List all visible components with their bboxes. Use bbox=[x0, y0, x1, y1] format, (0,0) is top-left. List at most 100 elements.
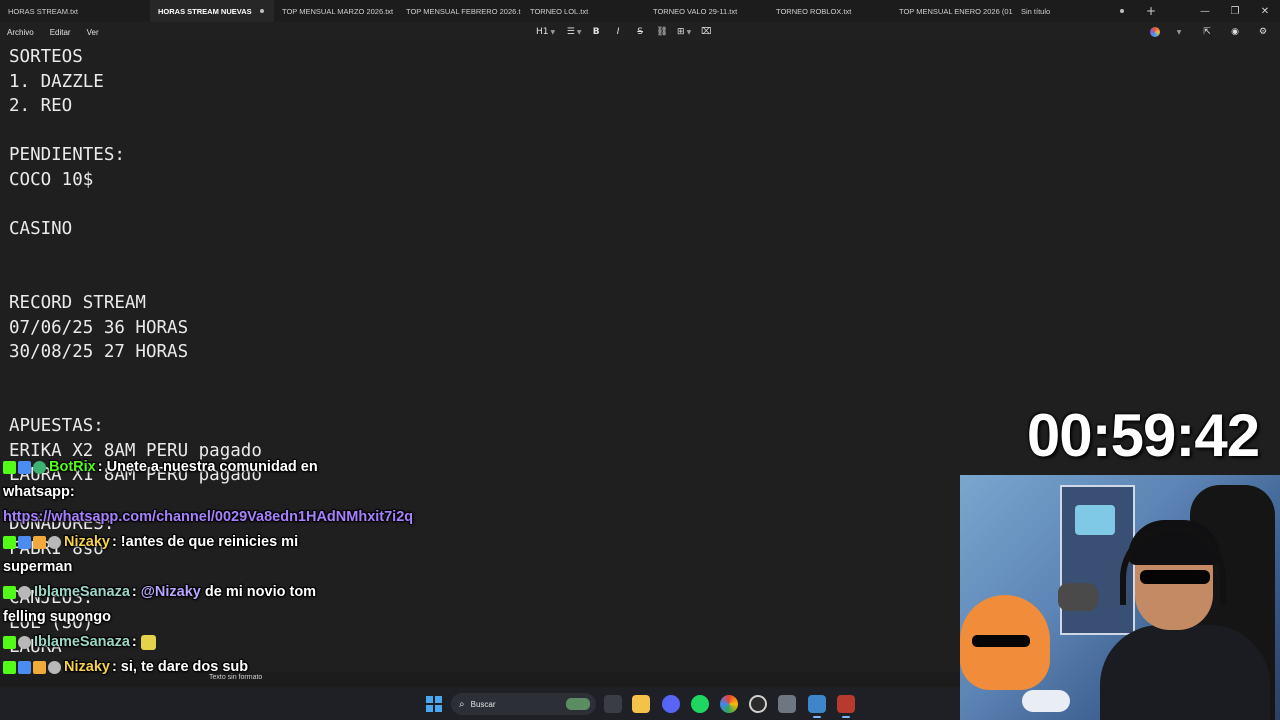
chat-username: BotRix bbox=[49, 459, 96, 475]
plush-sunglasses bbox=[972, 635, 1030, 647]
account-icon[interactable]: ◉ bbox=[1226, 27, 1244, 37]
kick-badge-icon bbox=[3, 535, 16, 549]
tab-label: TOP MENSUAL FEBRERO 2026.t bbox=[406, 6, 521, 16]
search-highlight-icon bbox=[566, 698, 590, 710]
tab-label: TORNEO VALO 29-11.txt bbox=[653, 6, 738, 16]
right-toolbar: ▼ ⇱ ◉ ⚙ bbox=[1150, 22, 1272, 42]
link-icon[interactable]: ⛓ bbox=[653, 27, 671, 37]
tab-top-febrero[interactable]: TOP MENSUAL FEBRERO 2026.t bbox=[398, 0, 522, 22]
tab-label: TOP MENSUAL MARZO 2026.txt bbox=[282, 6, 394, 16]
tab-horas-stream[interactable]: HORAS STREAM.txt bbox=[0, 0, 150, 22]
chat-text-prefix: : bbox=[131, 584, 141, 600]
editor-line: 30/08/25 27 HORAS bbox=[9, 342, 189, 363]
menu-archivo[interactable]: Archivo bbox=[0, 28, 42, 37]
editor-line: APUESTAS: bbox=[9, 415, 104, 436]
wolf-badge-icon bbox=[18, 585, 31, 599]
tab-top-marzo[interactable]: TOP MENSUAL MARZO 2026.txt bbox=[274, 0, 398, 22]
maximize-icon[interactable]: ❐ bbox=[1220, 6, 1250, 17]
menu-editar[interactable]: Editar bbox=[42, 28, 79, 37]
calculator-icon[interactable] bbox=[778, 695, 796, 713]
user-badges bbox=[3, 660, 61, 674]
windows-start-icon[interactable] bbox=[426, 696, 442, 712]
chevron-down-icon: ▼ bbox=[576, 29, 582, 36]
strikethrough-button[interactable]: S bbox=[631, 27, 649, 37]
discord-icon[interactable] bbox=[662, 695, 680, 713]
unsaved-dot-icon bbox=[259, 9, 264, 13]
kick-badge-icon bbox=[3, 635, 16, 649]
user-badges bbox=[3, 585, 31, 599]
kick-badge-icon bbox=[3, 460, 16, 474]
mouse-device bbox=[1022, 690, 1070, 712]
user-badges bbox=[3, 635, 31, 649]
taskbar-search[interactable]: ⌕ Buscar bbox=[451, 693, 596, 715]
chat-message: BotRix: Unete a nuestra comunidad en wha… bbox=[0, 455, 413, 530]
tab-bar: HORAS STREAM.txt HORAS STREAM NUEVAS TOP… bbox=[0, 0, 1280, 22]
new-tab-button[interactable]: + bbox=[1146, 4, 1156, 18]
chat-text: : si, te dare dos sub bbox=[111, 659, 249, 675]
editor-line: RECORD STREAM bbox=[9, 292, 146, 313]
table-icon[interactable]: ⊞ ▼ bbox=[675, 27, 693, 37]
gift-badge-icon bbox=[33, 660, 46, 674]
chevron-down-icon: ▼ bbox=[686, 29, 692, 36]
notepad-icon[interactable] bbox=[808, 695, 826, 718]
wolf-badge-icon bbox=[48, 660, 61, 674]
editor-line: CASINO bbox=[9, 219, 73, 240]
stream-timer: 00:59:42 bbox=[1026, 401, 1260, 469]
format-toolbar: H1 ▼ ☰ ▼ B I S ⛓ ⊞ ▼ ⌧ bbox=[536, 22, 715, 42]
chat-message: IblameSanaza: bbox=[0, 630, 345, 655]
chat-username: IblameSanaza bbox=[34, 634, 130, 650]
minimize-icon[interactable]: — bbox=[1190, 6, 1220, 17]
tab-sin-titulo[interactable]: Sin título bbox=[1013, 0, 1108, 22]
chevron-down-icon[interactable]: ▼ bbox=[1170, 29, 1188, 36]
tab-torneo-lol[interactable]: TORNEO LOL.txt bbox=[522, 0, 645, 22]
menu-ver[interactable]: Ver bbox=[79, 28, 107, 37]
chat-message: Nizaky: si, te dare dos sub bbox=[0, 655, 345, 680]
tab-label: Sin título bbox=[1021, 6, 1051, 16]
chevron-down-icon: ▼ bbox=[550, 29, 556, 36]
wolf-badge-icon bbox=[18, 635, 31, 649]
editor-line: PENDIENTES: bbox=[9, 145, 125, 166]
tab-label: HORAS STREAM NUEVAS bbox=[158, 6, 252, 16]
editor-line: 1. DAZZLE bbox=[9, 71, 104, 92]
unsaved-dot-icon bbox=[1120, 9, 1124, 13]
task-view-icon[interactable] bbox=[604, 695, 622, 713]
tab-horas-stream-nuevas[interactable]: HORAS STREAM NUEVAS bbox=[150, 0, 274, 22]
tab-torneo-roblox[interactable]: TORNEO ROBLOX.txt bbox=[768, 0, 891, 22]
list-icon[interactable]: ☰ ▼ bbox=[565, 27, 583, 37]
emote-icon bbox=[140, 634, 156, 650]
share-icon[interactable]: ⇱ bbox=[1198, 27, 1216, 37]
chat-link[interactable]: https://whatsapp.com/channel/0029Va8edn1… bbox=[3, 509, 413, 525]
chat-overlay: BotRix: Unete a nuestra comunidad en wha… bbox=[0, 455, 413, 680]
mod-badge-icon bbox=[18, 660, 31, 674]
obs-icon[interactable] bbox=[749, 695, 767, 713]
kick-badge-icon bbox=[3, 585, 16, 599]
verified-badge-icon bbox=[33, 460, 46, 474]
chat-username: Nizaky bbox=[64, 659, 110, 675]
spotify-icon[interactable] bbox=[691, 695, 709, 713]
tab-label: TOP MENSUAL ENERO 2026 (01( bbox=[899, 6, 1013, 16]
chrome-icon[interactable] bbox=[720, 695, 738, 713]
chat-message: IblameSanaza: @Nizaky de mi novio tom fe… bbox=[0, 580, 345, 630]
copilot-icon[interactable] bbox=[1150, 27, 1160, 37]
tab-top-enero[interactable]: TOP MENSUAL ENERO 2026 (01( bbox=[891, 0, 1013, 22]
clear-format-icon[interactable]: ⌧ bbox=[697, 27, 715, 37]
streamer-body bbox=[1100, 625, 1270, 720]
bold-button[interactable]: B bbox=[587, 27, 605, 37]
bot-badge-icon bbox=[18, 460, 31, 474]
editor-line: COCO 10$ bbox=[9, 169, 94, 190]
tab-torneo-valo[interactable]: TORNEO VALO 29-11.txt bbox=[645, 0, 768, 22]
file-explorer-icon[interactable] bbox=[632, 695, 650, 713]
close-icon[interactable]: ✕ bbox=[1250, 6, 1280, 17]
user-badges bbox=[3, 460, 46, 474]
heading-dropdown[interactable]: H1 ▼ bbox=[536, 27, 555, 37]
gear-icon[interactable]: ⚙ bbox=[1254, 27, 1272, 37]
league-client-icon[interactable] bbox=[837, 695, 855, 718]
shelf-item bbox=[1075, 505, 1115, 535]
webcam-feed bbox=[960, 475, 1280, 720]
italic-button[interactable]: I bbox=[609, 27, 627, 37]
